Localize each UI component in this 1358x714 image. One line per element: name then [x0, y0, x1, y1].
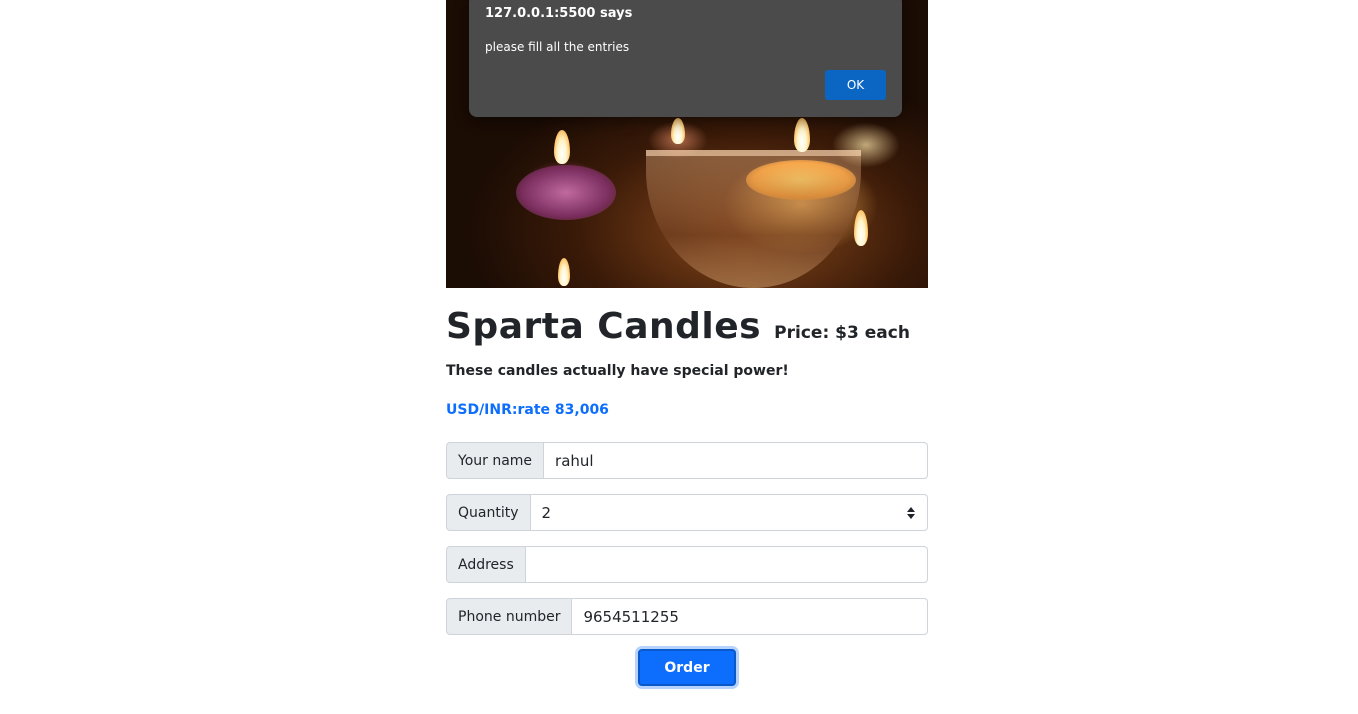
- alert-title: 127.0.0.1:5500 says: [485, 6, 633, 21]
- pink-candle-shape: [516, 165, 616, 220]
- name-group: Your name rahul: [446, 442, 928, 479]
- address-input[interactable]: [525, 546, 928, 583]
- quantity-select[interactable]: 2: [530, 494, 928, 531]
- name-input[interactable]: rahul: [544, 442, 928, 479]
- name-label: Your name: [446, 442, 545, 479]
- flame-icon: [854, 210, 868, 246]
- address-label: Address: [446, 546, 526, 583]
- phone-group: Phone number 9654511255: [446, 598, 928, 635]
- alert-ok-button[interactable]: OK: [825, 70, 886, 100]
- price-label: Price: $3 each: [774, 323, 910, 343]
- glass-bowl-shape: [646, 150, 861, 288]
- select-arrows-icon: [907, 507, 915, 519]
- quantity-group: Quantity 2: [446, 494, 928, 531]
- page-title: Sparta Candles: [446, 306, 762, 347]
- flame-icon: [554, 130, 570, 164]
- flame-icon: [558, 258, 570, 286]
- exchange-rate: USD/INR:rate 83,006: [446, 402, 609, 418]
- alert-dialog: 127.0.0.1:5500 says please fill all the …: [469, 0, 902, 117]
- phone-input[interactable]: 9654511255: [572, 598, 928, 635]
- phone-label: Phone number: [446, 598, 573, 635]
- alert-message: please fill all the entries: [485, 40, 630, 54]
- flame-icon: [671, 118, 685, 144]
- tagline: These candles actually have special powe…: [446, 363, 789, 379]
- quantity-value: 2: [541, 503, 552, 522]
- address-group: Address: [446, 546, 928, 583]
- flame-icon: [794, 118, 810, 152]
- quantity-label: Quantity: [446, 494, 531, 531]
- title-row: Sparta Candles Price: $3 each: [446, 306, 910, 347]
- order-button[interactable]: Order: [638, 649, 736, 686]
